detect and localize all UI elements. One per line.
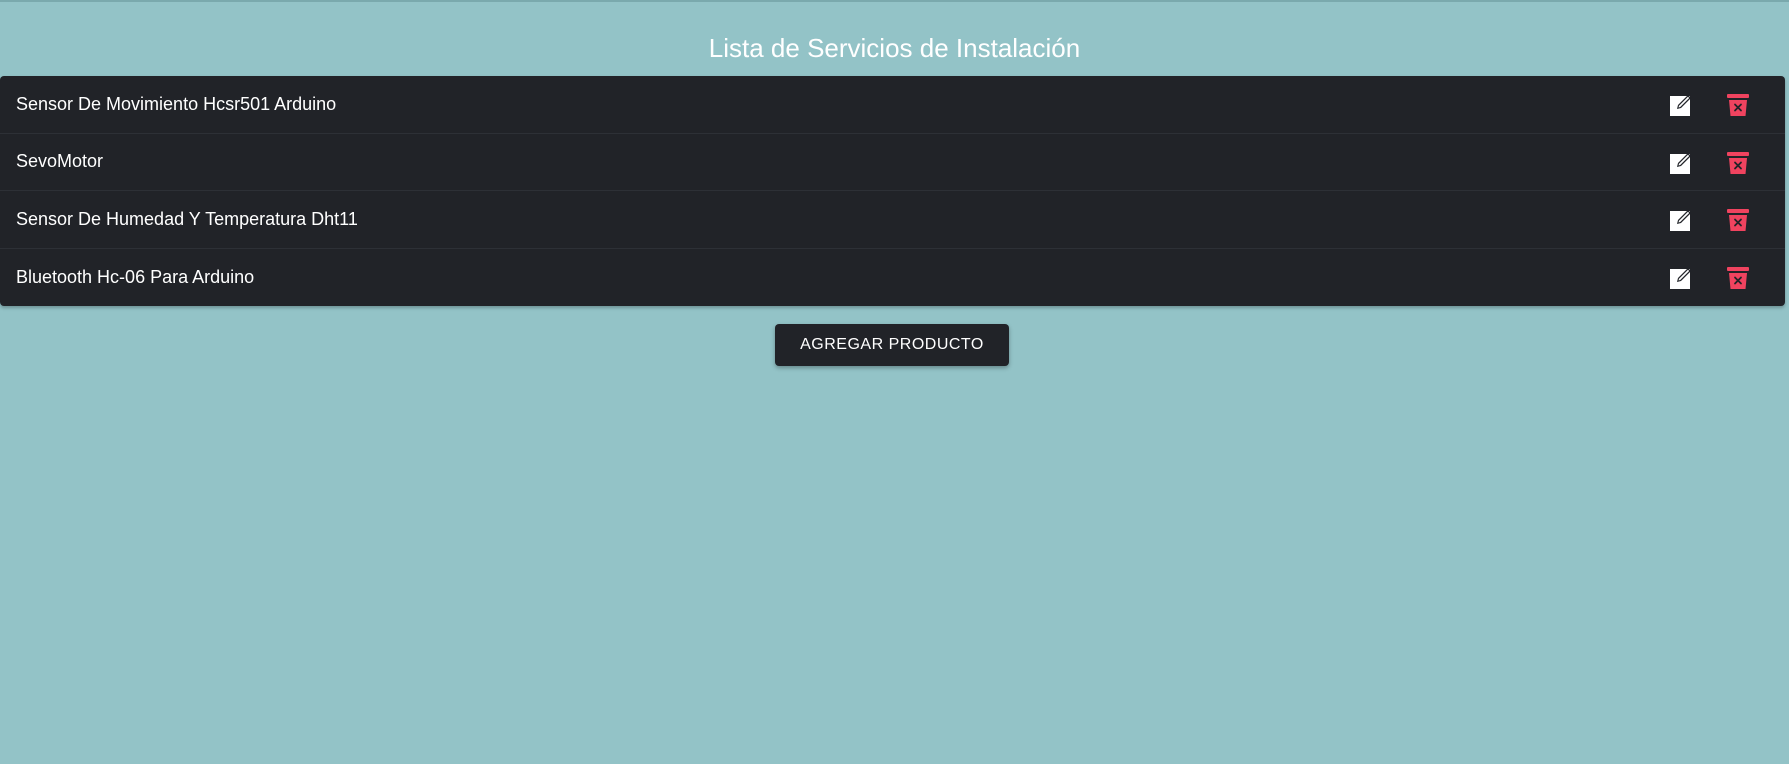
trash-icon	[1727, 266, 1749, 289]
trash-icon	[1727, 209, 1749, 231]
list-item: Sensor De Humedad Y Temperatura Dht11	[0, 191, 1785, 249]
list-item: SevoMotor	[0, 134, 1785, 191]
top-border	[0, 0, 1789, 2]
edit-button[interactable]	[1668, 207, 1694, 233]
page-title: Lista de Servicios de Instalación	[708, 33, 1081, 63]
edit-icon	[1670, 210, 1691, 231]
delete-button[interactable]	[1724, 91, 1752, 119]
list-item: Sensor De Movimiento Hcsr501 Arduino	[0, 76, 1785, 134]
delete-button[interactable]	[1724, 264, 1752, 292]
trash-icon	[1727, 94, 1749, 116]
service-name: Bluetooth Hc-06 Para Arduino	[16, 266, 255, 287]
service-name: Sensor De Movimiento Hcsr501 Arduino	[16, 93, 337, 114]
services-list: Sensor De Movimiento Hcsr501 Arduino Sev…	[0, 76, 1785, 306]
add-product-button[interactable]: AGREGAR PRODUCTO	[775, 324, 1009, 366]
delete-button[interactable]	[1724, 149, 1752, 177]
edit-icon	[1670, 95, 1691, 116]
edit-icon	[1670, 152, 1691, 174]
edit-icon	[1670, 267, 1691, 289]
trash-icon	[1727, 151, 1749, 174]
list-item: Bluetooth Hc-06 Para Arduino	[0, 249, 1785, 307]
service-name: SevoMotor	[16, 151, 104, 172]
edit-button[interactable]	[1668, 92, 1694, 118]
service-name: Sensor De Humedad Y Temperatura Dht11	[16, 208, 358, 229]
delete-button[interactable]	[1724, 206, 1752, 234]
edit-button[interactable]	[1668, 265, 1694, 291]
edit-button[interactable]	[1668, 150, 1694, 176]
